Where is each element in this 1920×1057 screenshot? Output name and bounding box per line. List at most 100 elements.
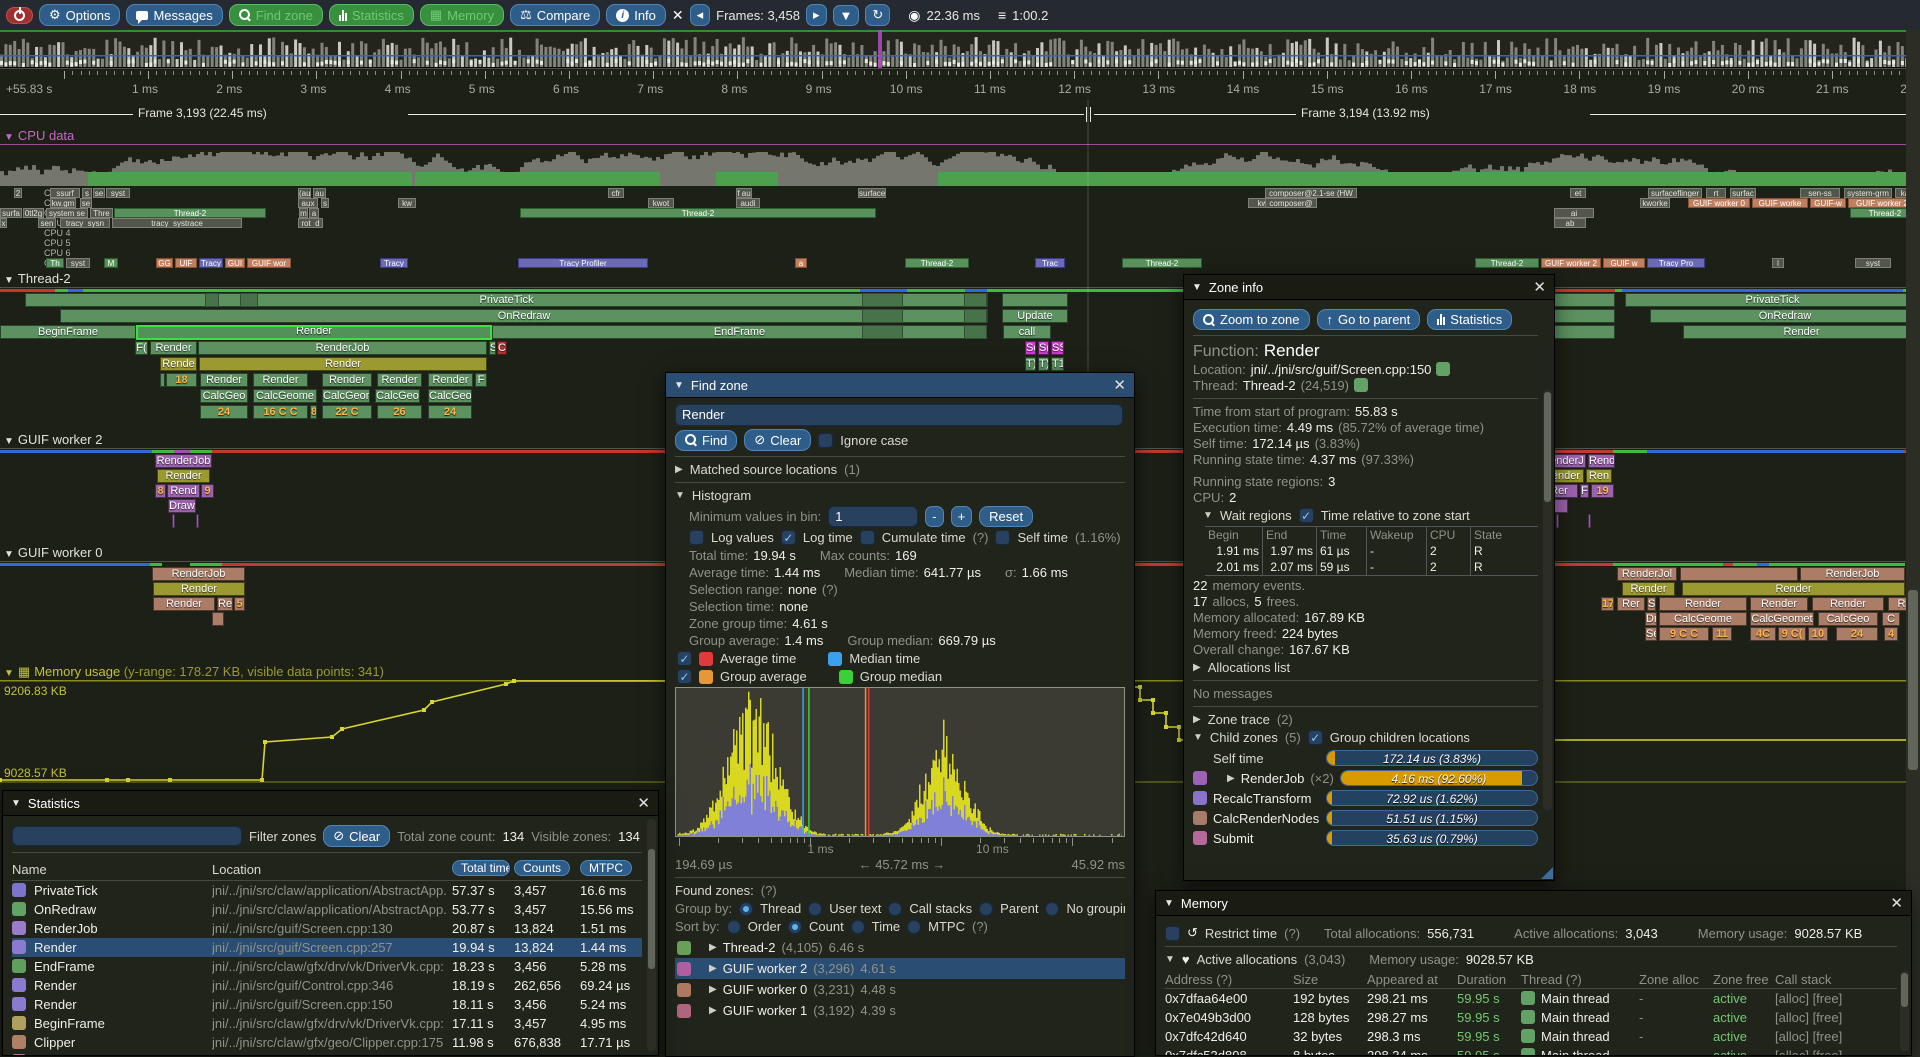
timeline-zone[interactable]: Render	[1812, 597, 1884, 611]
timeline-zone[interactable]: RenderJob	[155, 454, 212, 468]
timeline-zone[interactable]: OnRedraw	[60, 309, 988, 323]
cpu-zone[interactable]: kw.gm	[50, 198, 76, 208]
cpu-zone[interactable]: a	[795, 258, 807, 268]
cpu-zone[interactable]: audi	[736, 198, 760, 208]
cpu-zone[interactable]: Thread-2	[1475, 258, 1539, 268]
cpu-zone[interactable]: l	[1772, 258, 1784, 268]
cpu-zone[interactable]: x	[0, 218, 7, 228]
restrict-time-checkbox[interactable]	[1165, 926, 1180, 941]
timeline-zone[interactable]: Render	[377, 373, 422, 387]
allocation-row[interactable]: 0x7e049b3d00128 bytes298.27 ms59.95 sMai…	[1165, 1008, 1897, 1027]
cpu-zone[interactable]: syst	[1855, 258, 1891, 268]
cpu-zone[interactable]: et	[1570, 188, 1586, 198]
timeline-zone[interactable]: PrivateTick	[25, 293, 988, 307]
cpu-zone[interactable]: 2	[14, 188, 22, 198]
close-icon[interactable]: ✕	[1890, 894, 1903, 912]
info-button[interactable]: iInfo	[606, 4, 666, 26]
timeline-zone[interactable]: Render	[136, 325, 492, 340]
mem-col-header[interactable]: Thread (?)	[1521, 972, 1639, 987]
timeline-zone[interactable]: 24	[200, 405, 248, 419]
bin-plus-button[interactable]: +	[951, 506, 973, 527]
timeline-zone[interactable]: Render	[153, 597, 215, 611]
collapse-icon[interactable]: ▼	[1192, 282, 1202, 293]
cpu-zone[interactable]: Thread-2	[905, 258, 969, 268]
cpu-zone[interactable]: GUIF w	[1603, 258, 1645, 268]
timeline-zone[interactable]: Set	[1645, 627, 1657, 641]
power-button[interactable]	[6, 7, 33, 24]
timeline-zone[interactable]: T1	[1051, 357, 1064, 371]
col-header-mtpc[interactable]: MTPC	[580, 860, 632, 876]
collapse-icon[interactable]: ▼	[1193, 732, 1203, 743]
timeline-zone[interactable]: 19	[1591, 484, 1614, 498]
expand-icon[interactable]: ▶	[1193, 662, 1201, 673]
expand-icon[interactable]: ▶	[1227, 773, 1235, 784]
frame-label-3194[interactable]: Frame 3,194 (13.92 ms)	[1296, 106, 1435, 120]
memory-titlebar[interactable]: ▼ Memory ✕	[1156, 891, 1911, 916]
clear-filter-button[interactable]: ⊘Clear	[323, 825, 390, 847]
timeline-zone[interactable]	[196, 514, 199, 528]
radio-order[interactable]	[727, 920, 741, 934]
relative-time-checkbox[interactable]: ✓	[1299, 508, 1314, 523]
timeline-zone[interactable]: OnRedraw	[1650, 309, 1920, 323]
timeline-zone[interactable]: 10	[1808, 627, 1828, 641]
timeline-zone[interactable]: 22 C	[322, 405, 372, 419]
statistics-row[interactable]: RenderJobjni/../jni/src/guif/Screen.cpp:…	[12, 919, 642, 938]
min-bin-input[interactable]: 1	[828, 506, 918, 527]
timeline-zone[interactable]: Rend	[167, 484, 200, 498]
timeline-zone[interactable]: Render	[1683, 325, 1920, 339]
child-zone-row[interactable]: ▶RenderJob(×2)4.16 ms (92.60%)	[1193, 768, 1538, 788]
mem-col-header[interactable]: Zone free	[1713, 972, 1775, 987]
statistics-button[interactable]: Statistics	[1427, 309, 1512, 330]
timeline-zone[interactable]: CalcGeor	[322, 389, 370, 403]
cpu-zone[interactable]: surfaceflinger	[1648, 188, 1702, 198]
cpu-zone[interactable]: Thread-2	[520, 208, 876, 218]
statistics-row[interactable]: Renderjni/../jni/src/guif/Screen.cpp:257…	[12, 938, 642, 957]
zone-info-scrollbar[interactable]	[1544, 392, 1551, 502]
radio-user-text[interactable]	[808, 902, 822, 916]
timeline-zone[interactable]: 26	[377, 405, 422, 419]
cpu-zone[interactable]: 0tl2g	[23, 208, 44, 218]
timeline-zone[interactable]: F	[475, 373, 487, 387]
timeline-zone[interactable]: SS	[1051, 341, 1064, 355]
cpu-zone[interactable]: se	[93, 188, 105, 198]
timeline-zone[interactable]	[1588, 514, 1591, 528]
timeline-zone[interactable]: Rend	[1588, 454, 1615, 468]
found-zone-row[interactable]: ▶GUIF worker 2(3,296)4.61 s	[675, 958, 1125, 979]
cpu-zone[interactable]: s	[82, 188, 92, 198]
bin-reset-button[interactable]: Reset	[979, 506, 1033, 527]
cpu-zone[interactable]: kwot	[648, 198, 674, 208]
timeline-zone[interactable]: RenderJob	[198, 341, 487, 355]
radio-call-stacks[interactable]	[888, 902, 902, 916]
expand-icon[interactable]: ▶	[675, 464, 683, 475]
find-zone-button[interactable]: Find zone	[229, 4, 323, 26]
time-ruler[interactable]: +55.83 s1 ms2 ms3 ms4 ms5 ms6 ms7 ms8 ms…	[0, 68, 1920, 102]
zoom-to-zone-button[interactable]: Zoom to zone	[1193, 309, 1310, 330]
self-time-checkbox[interactable]	[995, 530, 1010, 545]
mem-col-header[interactable]: Zone alloc	[1639, 972, 1713, 987]
col-header-name[interactable]: Name	[12, 862, 212, 877]
timeline-zone[interactable]: CalcGeo	[1818, 612, 1878, 626]
child-zone-row[interactable]: CalcRenderNodes51.51 us (1.15%)	[1193, 808, 1538, 828]
found-zone-row[interactable]: ▶Thread-2(4,105)6.46 s	[675, 937, 1125, 958]
messages-button[interactable]: Messages	[126, 4, 222, 26]
cpu-zone[interactable]: se	[80, 198, 92, 208]
child-zone-row[interactable]: Self time172.14 us (3.83%)	[1193, 748, 1538, 768]
child-zone-row[interactable]: RecalcTransform72.92 us (1.62%)	[1193, 788, 1538, 808]
timeline-zone[interactable]: CalcGeome	[253, 389, 317, 403]
timeline-zone[interactable]: Render	[150, 341, 197, 355]
frame-label-3193[interactable]: Frame 3,193 (22.45 ms)	[133, 106, 272, 120]
expand-icon[interactable]: ▶	[709, 942, 717, 953]
cpu-zone[interactable]: system-grm	[1844, 188, 1892, 198]
cpu-zone[interactable]: composer@2.1-se (HW	[1265, 188, 1357, 198]
timeline-zone[interactable]: S(	[1038, 341, 1049, 355]
timeline-zone[interactable]	[1553, 293, 1615, 307]
timeline-zone[interactable]: Render	[1659, 597, 1747, 611]
timeline-zone[interactable]	[1002, 293, 1068, 307]
cpu-zone[interactable]: system se	[46, 208, 88, 218]
cpu-zone[interactable]: tracy_sysn	[60, 218, 110, 228]
timeline-zone[interactable]: CalcGeo	[428, 389, 472, 403]
timeline-zone[interactable]: Render	[253, 373, 308, 387]
timeline-zone[interactable]	[964, 309, 987, 323]
timeline-zone[interactable]: Rer	[1617, 597, 1645, 611]
timeline-zone[interactable]	[964, 293, 987, 307]
